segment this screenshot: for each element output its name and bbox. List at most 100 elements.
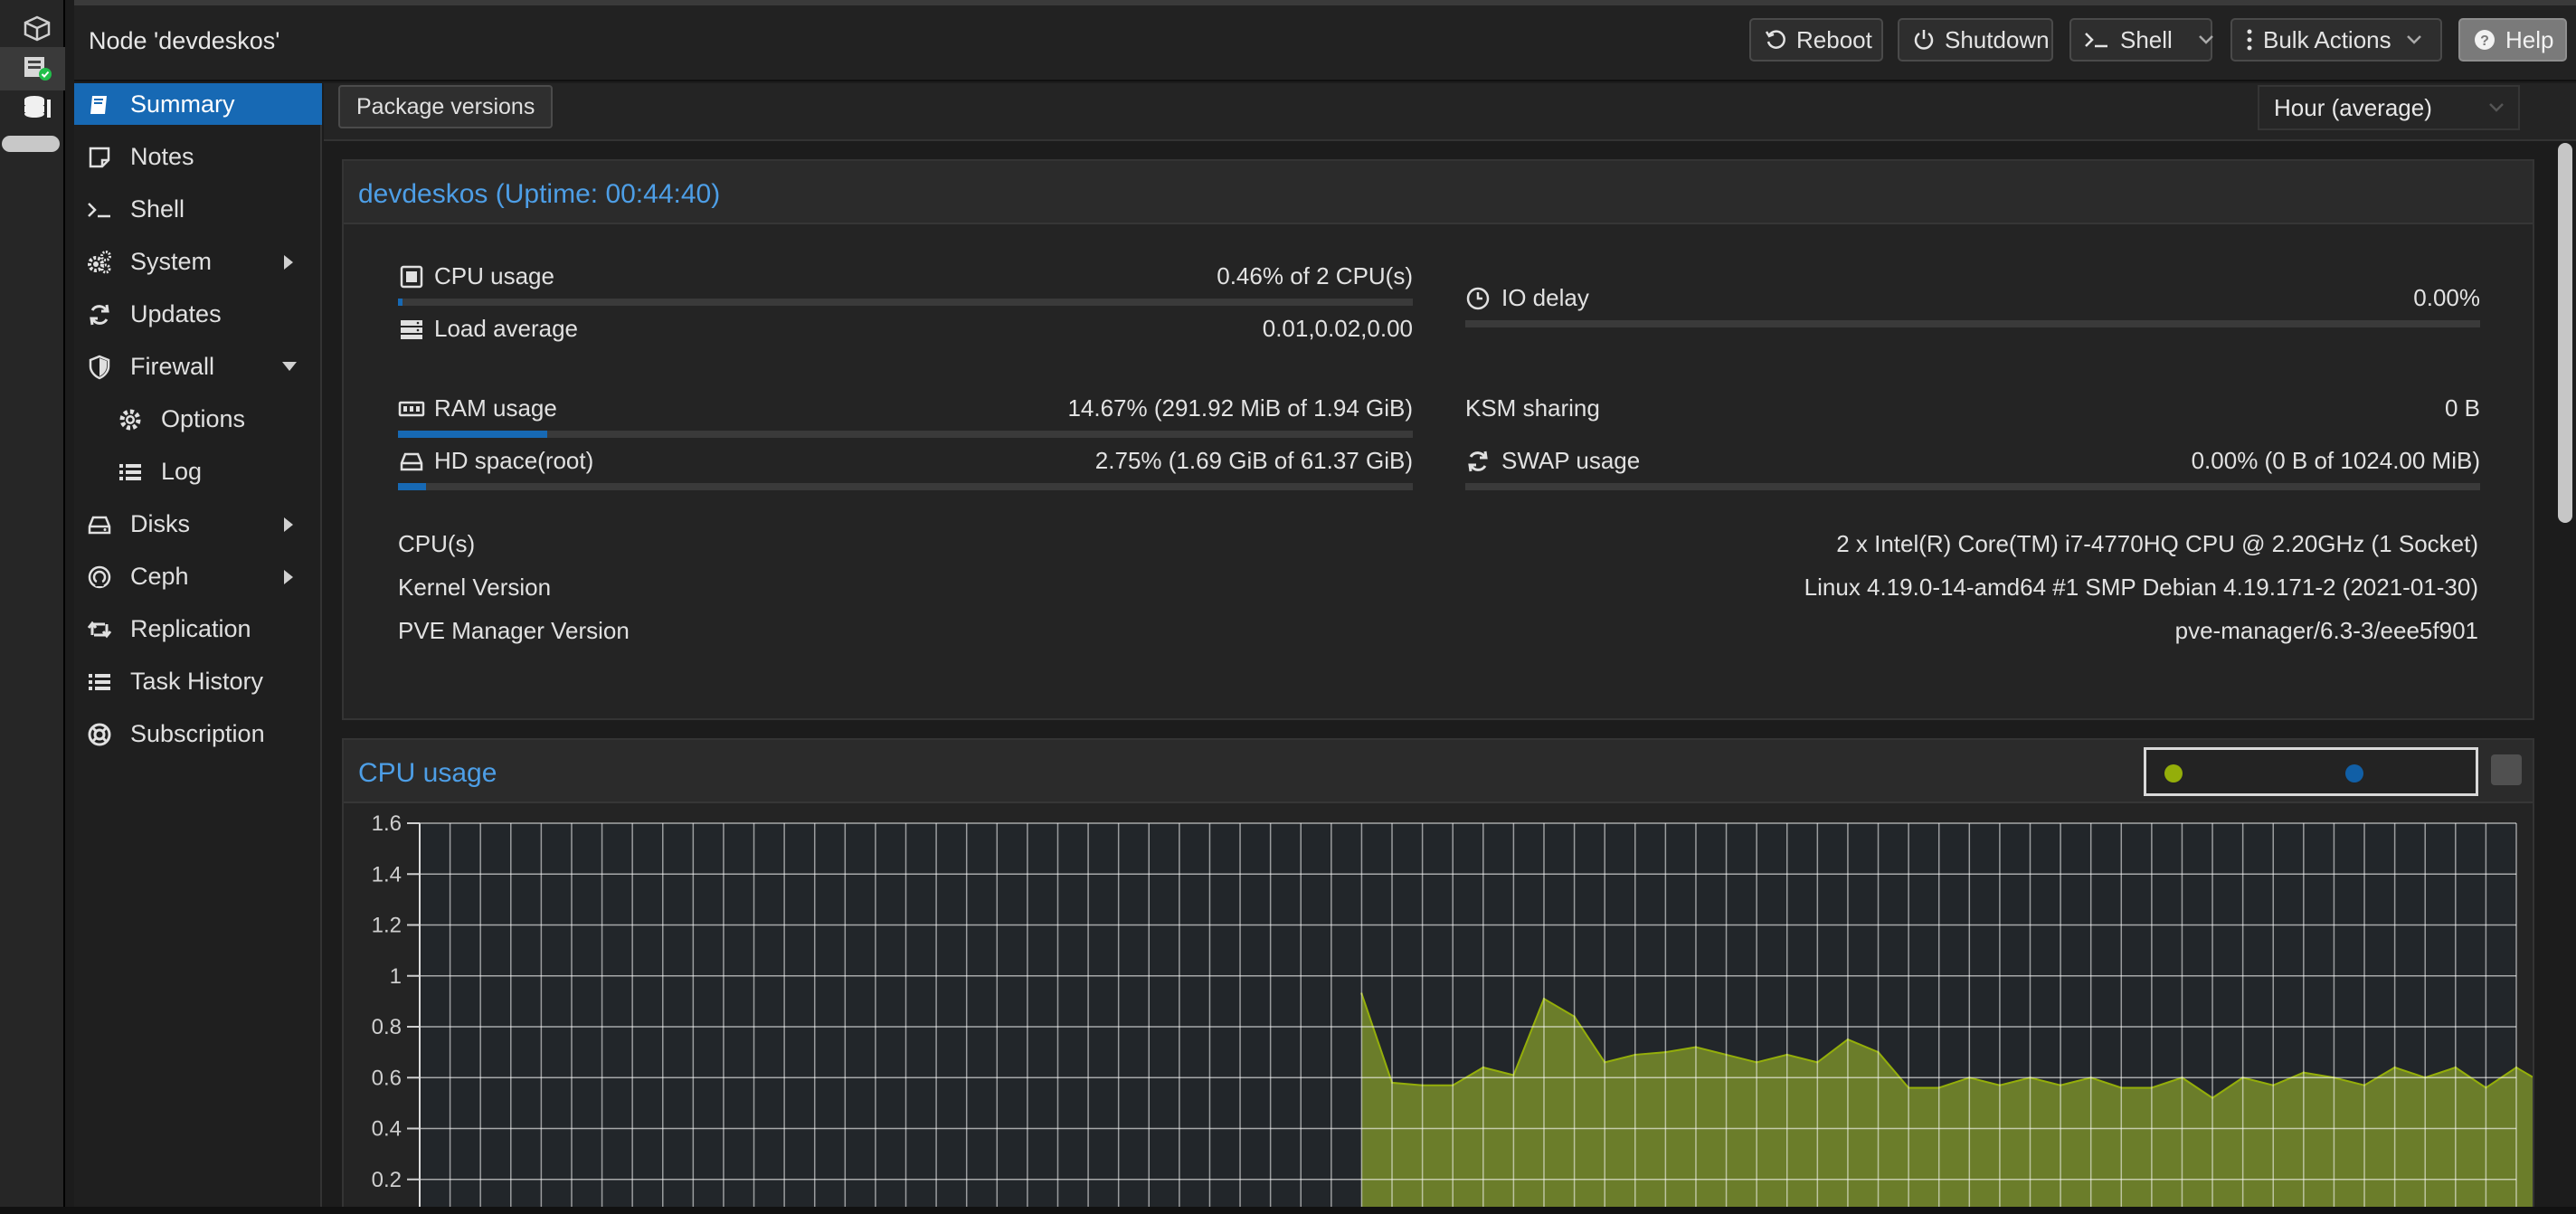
kernel-version-label: Kernel Version bbox=[398, 574, 552, 601]
nav-label: Log bbox=[161, 458, 203, 485]
caret-right-icon[interactable] bbox=[282, 253, 295, 271]
page-header: Node 'devdeskos' Reboot Shutdown Shell B… bbox=[74, 0, 2576, 81]
note-icon bbox=[89, 147, 110, 168]
cpu-chart-title: CPU usage bbox=[358, 758, 497, 788]
reboot-label: Reboot bbox=[1796, 25, 1872, 53]
bulk-actions-label: Bulk Actions bbox=[2263, 25, 2391, 53]
caret-right-icon[interactable] bbox=[282, 568, 295, 586]
nav-item-task-history[interactable]: Task History bbox=[74, 660, 322, 702]
nav-label: Shell bbox=[130, 195, 185, 223]
power-icon bbox=[1914, 30, 1934, 50]
panel-header: CPU usage bbox=[344, 740, 2533, 803]
nav-item-firewall[interactable]: Firewall bbox=[74, 346, 322, 387]
main-content: Package versions Hour (average) devdesko… bbox=[324, 83, 2576, 1214]
pve-manager-label: PVE Manager Version bbox=[398, 617, 630, 644]
package-versions-button[interactable]: Package versions bbox=[338, 85, 554, 128]
nav-label: Notes bbox=[130, 143, 194, 170]
content-scrollbar[interactable] bbox=[2556, 141, 2574, 1214]
ellipsis-vertical-icon bbox=[2247, 29, 2252, 51]
config-nav: Summary Notes Shell System Updates Firew… bbox=[74, 83, 322, 1214]
list-icon bbox=[89, 674, 110, 690]
cube-icon[interactable] bbox=[22, 14, 52, 42]
y-tick-label: 1 bbox=[390, 964, 402, 989]
refresh-icon bbox=[1468, 451, 1488, 472]
nav-item-system[interactable]: System bbox=[74, 241, 322, 282]
nav-label: System bbox=[130, 248, 213, 275]
ram-usage-bar bbox=[398, 431, 1413, 438]
list-icon bbox=[119, 464, 141, 480]
nav-item-updates[interactable]: Updates bbox=[74, 293, 322, 335]
chart-legend[interactable] bbox=[2144, 747, 2478, 796]
bottom-status-bar bbox=[0, 1207, 2576, 1214]
cpu-usage-chart-panel: CPU usage 00.20.40.60.811.21.41.6 bbox=[342, 738, 2534, 1214]
svg-text:?: ? bbox=[2480, 33, 2489, 49]
hdd-icon bbox=[88, 516, 111, 535]
nav-label: Options bbox=[161, 405, 246, 432]
legend-dot-series-1[interactable] bbox=[2164, 764, 2183, 782]
y-tick-label: 1.6 bbox=[372, 811, 402, 836]
panel-header: devdeskos (Uptime: 00:44:40) bbox=[344, 161, 2533, 224]
nav-label: Firewall bbox=[130, 353, 215, 380]
cpu-usage-bar-fill bbox=[398, 299, 403, 306]
legend-dot-series-2[interactable] bbox=[2345, 764, 2363, 782]
node-status-title: devdeskos (Uptime: 00:44:40) bbox=[358, 179, 721, 209]
cpu-usage-chart[interactable]: 00.20.40.60.811.21.41.6 bbox=[344, 803, 2533, 1214]
io-delay-bar bbox=[1465, 320, 2480, 327]
io-delay-label: IO delay bbox=[1501, 284, 1589, 311]
storage-icon[interactable] bbox=[22, 94, 52, 121]
shell-button[interactable]: Shell bbox=[2069, 18, 2214, 62]
y-tick-label: 0.8 bbox=[372, 1015, 402, 1039]
hd-space-bar-fill bbox=[398, 483, 426, 490]
cpus-label: CPU(s) bbox=[398, 530, 476, 557]
pve-manager-value: pve-manager/6.3-3/eee5f901 bbox=[2174, 617, 2478, 644]
nav-label: Updates bbox=[130, 300, 222, 327]
nav-item-firewall-options[interactable]: Options bbox=[74, 398, 322, 440]
reboot-button[interactable]: Reboot bbox=[1749, 18, 1883, 62]
support-icon bbox=[88, 723, 111, 746]
caret-down-icon[interactable] bbox=[280, 360, 298, 373]
shutdown-button[interactable]: Shutdown bbox=[1898, 18, 2053, 62]
bulk-actions-button[interactable]: Bulk Actions bbox=[2230, 18, 2442, 62]
y-tick-label: 0.4 bbox=[372, 1117, 402, 1142]
cpu-usage-label: CPU usage bbox=[434, 262, 554, 289]
chevron-down-icon[interactable] bbox=[2198, 34, 2214, 45]
shell-label: Shell bbox=[2120, 25, 2173, 53]
gears-icon bbox=[88, 251, 111, 274]
strip-scrollbar[interactable] bbox=[2, 136, 60, 152]
nav-label: Summary bbox=[130, 90, 235, 118]
summary-toolbar: Package versions Hour (average) bbox=[324, 83, 2576, 141]
scrollbar-thumb[interactable] bbox=[2558, 143, 2572, 523]
pve-manager-row: PVE Manager Version pve-manager/6.3-3/ee… bbox=[398, 617, 2478, 645]
swap-usage-value: 0.00% (0 B of 1024.00 MiB) bbox=[2191, 447, 2480, 474]
terminal-icon bbox=[88, 203, 110, 218]
nav-item-firewall-log[interactable]: Log bbox=[74, 451, 322, 492]
nav-item-replication[interactable]: Replication bbox=[74, 608, 322, 650]
hdd-icon bbox=[400, 452, 423, 471]
help-button[interactable]: ? Help bbox=[2458, 18, 2567, 62]
timeframe-select[interactable]: Hour (average) bbox=[2258, 85, 2520, 130]
chart-undo-zoom-button[interactable] bbox=[2491, 754, 2522, 785]
shutdown-label: Shutdown bbox=[1945, 25, 2050, 53]
refresh-icon bbox=[90, 304, 109, 326]
book-icon bbox=[90, 96, 107, 114]
nav-item-disks[interactable]: Disks bbox=[74, 503, 322, 545]
nav-item-ceph[interactable]: Ceph bbox=[74, 555, 322, 597]
ksm-sharing-label: KSM sharing bbox=[1465, 394, 1600, 422]
nav-label: Subscription bbox=[130, 720, 265, 747]
ram-usage-label: RAM usage bbox=[434, 394, 557, 422]
load-average-label: Load average bbox=[434, 315, 579, 342]
clock-icon bbox=[1466, 287, 1490, 310]
nav-item-shell[interactable]: Shell bbox=[74, 188, 322, 230]
gear-icon bbox=[119, 409, 141, 431]
ceph-icon bbox=[88, 565, 111, 589]
hd-space-label: HD space(root) bbox=[434, 447, 594, 474]
nav-item-subscription[interactable]: Subscription bbox=[74, 713, 322, 754]
nav-item-summary[interactable]: Summary bbox=[74, 83, 322, 125]
cpus-value: 2 x Intel(R) Core(TM) i7-4770HQ CPU @ 2.… bbox=[1836, 530, 2478, 557]
node-icon[interactable] bbox=[22, 54, 52, 81]
nav-label: Disks bbox=[130, 510, 190, 537]
cpu-icon bbox=[400, 265, 423, 289]
caret-right-icon[interactable] bbox=[282, 516, 295, 534]
nav-item-notes[interactable]: Notes bbox=[74, 136, 322, 177]
nav-label: Ceph bbox=[130, 563, 189, 590]
